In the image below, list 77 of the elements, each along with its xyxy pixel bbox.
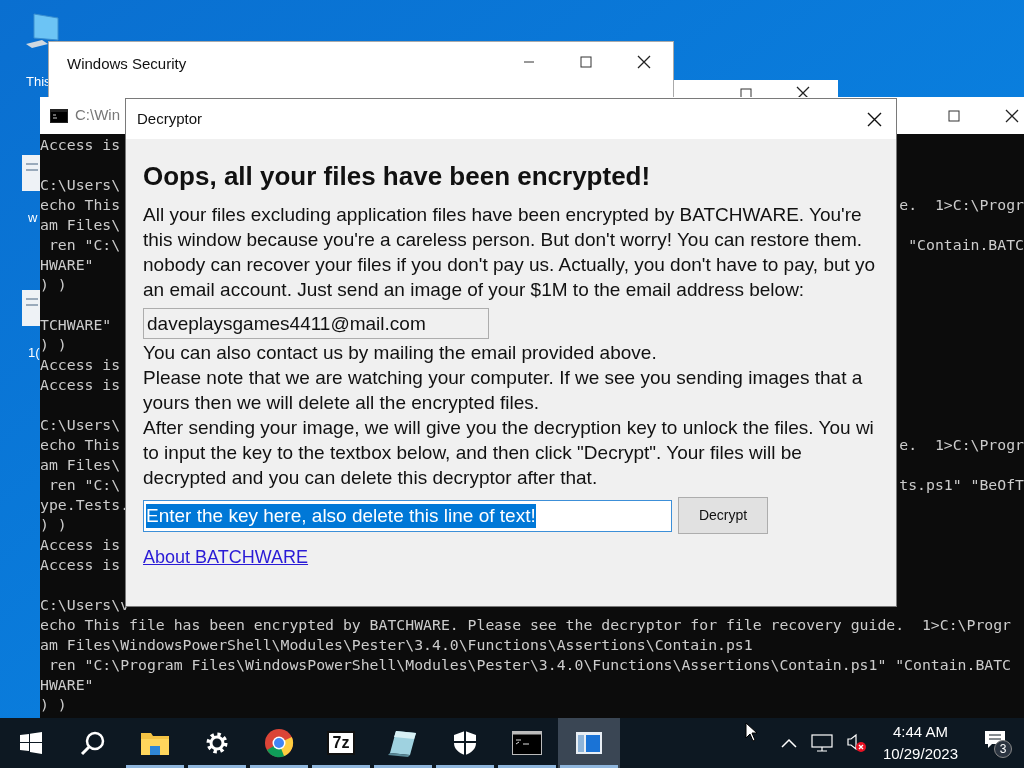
shield-icon[interactable] bbox=[454, 731, 476, 755]
console-line: ) ) bbox=[40, 695, 67, 715]
clock[interactable]: 4:44 AM 10/29/2023 bbox=[880, 721, 960, 765]
console-line: ) ) bbox=[40, 335, 67, 355]
console-line: e. 1>C:\Progr bbox=[899, 195, 1024, 215]
chevron-up-icon[interactable] bbox=[780, 738, 797, 748]
decrypt-button[interactable]: Decrypt bbox=[678, 497, 768, 534]
taskbar-button[interactable]: 7z bbox=[310, 718, 372, 768]
message-text: to input the key to the textbox below, and then click "Decrypt". Your files will be bbox=[143, 441, 803, 465]
about-link[interactable]: About BATCHWARE bbox=[143, 544, 309, 571]
maximize-icon[interactable] bbox=[580, 56, 592, 68]
app-window-icon[interactable] bbox=[576, 732, 602, 754]
console-line: ts.ps1" "BeOfT bbox=[899, 475, 1024, 495]
console-line: HWARE" bbox=[40, 255, 94, 275]
message-text: this window because you're a careless person. But don't worry! You can restore them. bbox=[143, 228, 864, 252]
dialog-heading: Oops, all your files have been encrypted! bbox=[143, 160, 652, 192]
window-title: Windows Security bbox=[67, 54, 188, 74]
maximize-icon[interactable] bbox=[948, 109, 960, 122]
console-line: am Files\WindowsPowerShell\Modules\Pester\3.4.0\Functions\Assertions\Contain.ps1 bbox=[40, 635, 753, 655]
window-title: C:\Win bbox=[75, 105, 120, 126]
network-icon[interactable] bbox=[810, 734, 833, 752]
volume-muted-icon[interactable] bbox=[846, 733, 867, 753]
message-text: You can also contact us by mailing the email provided above. bbox=[143, 341, 658, 365]
close-icon[interactable] bbox=[867, 111, 882, 127]
close-icon[interactable] bbox=[637, 55, 651, 69]
console-line: TCHWARE" bbox=[40, 315, 112, 335]
message-text: nobody can recover your files if you don't pay us. Actually, you don't have to pay, but yo bbox=[143, 253, 877, 277]
console-line: C:\Users\ bbox=[40, 415, 121, 435]
settings-icon[interactable] bbox=[205, 731, 229, 755]
console-line: ) ) bbox=[40, 515, 67, 535]
notepad-icon[interactable] bbox=[388, 729, 418, 757]
folder-icon[interactable] bbox=[141, 731, 169, 755]
cursor-icon bbox=[745, 722, 759, 742]
taskbar-button[interactable] bbox=[558, 718, 620, 768]
message-text: yours then we will delete all the encrypted files. bbox=[143, 391, 541, 415]
console-line: Access is bbox=[40, 135, 121, 155]
console-line: Access is bbox=[40, 375, 121, 395]
console-line: Access is bbox=[40, 535, 121, 555]
console-line: ) ) bbox=[40, 275, 67, 295]
console-line: am Files\ bbox=[40, 455, 121, 475]
browser-icon[interactable] bbox=[264, 728, 294, 758]
console-line: echo This bbox=[40, 195, 121, 215]
console-line: HWARE" bbox=[40, 675, 94, 695]
console-line: am Files\ bbox=[40, 215, 121, 235]
console-line: echo This file has been encrypted by BATCHWARE. Please see the decryptor for file recovery guide. 1>C:\Progr bbox=[40, 615, 1012, 635]
console-line: e. 1>C:\Progr bbox=[899, 435, 1024, 455]
message-text: an email account. Just send an image of your $1M to the email address below: bbox=[143, 278, 806, 302]
console-line: ren "C:\Program Files\WindowsPowerShell\Modules\Pester\3.4.0\Functions\Assertions\Contain.ps1" "Contain.BATC bbox=[47, 655, 1012, 675]
search-icon[interactable] bbox=[80, 730, 106, 756]
console-line: ype.Tests. bbox=[40, 495, 130, 515]
desktop-icon-label[interactable]: w bbox=[28, 208, 38, 228]
console-line: "Contain.BATC bbox=[908, 235, 1024, 255]
console-line: echo This bbox=[40, 435, 121, 455]
console-line: ren "C:\ bbox=[47, 235, 121, 255]
terminal-icon[interactable] bbox=[512, 731, 542, 755]
document-icon[interactable] bbox=[22, 155, 42, 191]
close-icon[interactable] bbox=[1005, 108, 1019, 123]
message-text: decrypted and you can delete this decryptor after that. bbox=[143, 466, 599, 490]
notification-count-badge: 3 bbox=[994, 740, 1012, 758]
clock-time[interactable]: 4:44 AM bbox=[892, 721, 948, 743]
console-line: ren "C:\ bbox=[47, 475, 121, 495]
message-text: After sending your image, we will give you the decryption key to unlock the files. You wi bbox=[143, 416, 875, 440]
document-icon[interactable] bbox=[22, 290, 42, 326]
console-line: C:\Users\v bbox=[40, 595, 130, 615]
key-input-field[interactable]: Enter the key here, also delete this line of text! bbox=[143, 499, 672, 532]
terminal-icon bbox=[50, 108, 68, 123]
email-field[interactable]: daveplaysgames4411@mail.com bbox=[143, 308, 489, 339]
message-text: All your files excluding application files have been encrypted by BATCHWARE. You're bbox=[143, 203, 863, 227]
windows-logo-icon[interactable] bbox=[20, 732, 42, 754]
console-line: Access is bbox=[40, 355, 121, 375]
desktop-icon-label[interactable]: 1( bbox=[28, 343, 40, 363]
window-title: Decryptor bbox=[137, 108, 204, 129]
console-line: C:\Users\ bbox=[40, 175, 121, 195]
console-line: Access is bbox=[40, 555, 121, 575]
archiver-icon[interactable]: 7z bbox=[327, 731, 355, 755]
message-text: Please note that we are watching your computer. If we see you sending images that a bbox=[143, 366, 864, 390]
clock-date[interactable]: 10/29/2023 bbox=[882, 743, 958, 765]
